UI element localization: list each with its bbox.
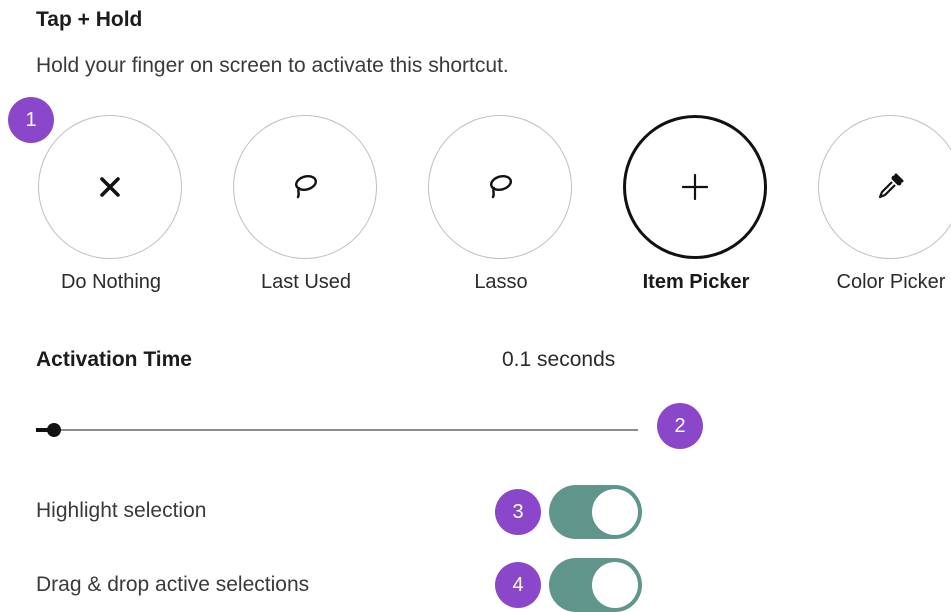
activation-time-value: 0.1 seconds <box>502 348 616 371</box>
option-item-picker[interactable]: Item Picker <box>623 115 769 295</box>
toggle-knob <box>592 489 638 535</box>
lasso-icon <box>489 175 513 199</box>
eyedropper-icon <box>878 173 904 199</box>
annotation-badge-4: 4 <box>495 562 541 608</box>
option-do-nothing[interactable]: Do Nothing <box>38 115 184 295</box>
option-color-picker[interactable]: Color Picker <box>818 115 951 295</box>
option-last-used[interactable]: Last Used <box>233 115 379 295</box>
annotation-badge-3: 3 <box>495 489 541 535</box>
option-label: Last Used <box>260 271 352 293</box>
activation-time-label: Activation Time <box>36 348 192 371</box>
drag-drop-selections-toggle[interactable] <box>549 558 642 612</box>
section-title: Tap + Hold <box>36 8 143 31</box>
section-description: Hold your finger on screen to activate t… <box>36 54 509 77</box>
option-label: Do Nothing <box>60 271 162 293</box>
option-label: Color Picker <box>836 271 946 293</box>
highlight-selection-label: Highlight selection <box>36 499 207 522</box>
annotation-badge-1: 1 <box>8 97 54 143</box>
highlight-selection-toggle[interactable] <box>549 485 642 539</box>
option-circle[interactable] <box>623 115 767 259</box>
activation-time-slider[interactable] <box>36 420 638 440</box>
lasso-icon <box>294 175 318 199</box>
option-circle[interactable] <box>233 115 377 259</box>
toggle-knob <box>592 562 638 608</box>
plus-icon <box>681 173 709 201</box>
option-lasso[interactable]: Lasso <box>428 115 574 295</box>
option-circle[interactable] <box>818 115 951 259</box>
option-label: Lasso <box>474 271 528 293</box>
option-label: Item Picker <box>642 271 750 293</box>
close-icon <box>100 177 120 197</box>
slider-thumb[interactable] <box>47 423 61 437</box>
annotation-badge-2: 2 <box>657 403 703 449</box>
slider-track[interactable] <box>36 429 638 431</box>
option-circle[interactable] <box>428 115 572 259</box>
drag-drop-selections-label: Drag & drop active selections <box>36 573 310 596</box>
option-circle[interactable] <box>38 115 182 259</box>
